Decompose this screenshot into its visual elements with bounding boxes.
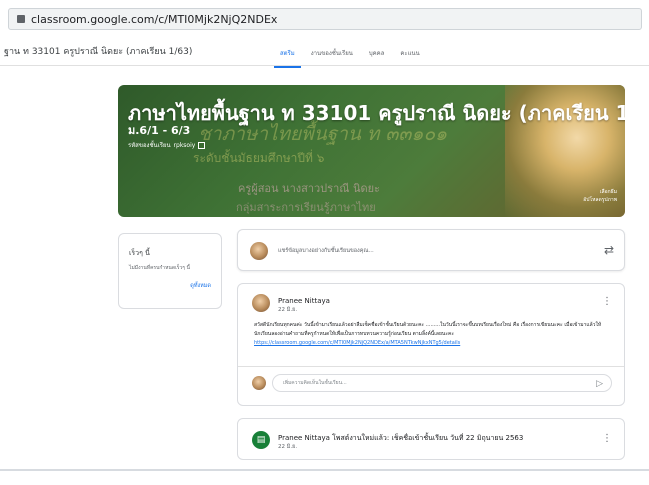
chalkboard-line-4: กลุ่มสาระการเรียนรู้ภาษาไทย (236, 201, 376, 214)
upcoming-text: ไม่มีงานที่ครบกำหนดเร็วๆ นี้ (129, 265, 190, 271)
fullscreen-icon[interactable] (198, 141, 206, 149)
classroom-window: classroom.google.com/c/MTI0Mjk2NjQ2NDEx … (0, 0, 649, 485)
assignment-text[interactable]: Pranee Nittaya โพสต์งานใหม่แล้ว: เช็คชื่… (278, 433, 523, 444)
repost-icon[interactable]: ⇄ (604, 243, 614, 257)
class-banner: ชาภาษาไทยพื้นฐาน ท ๓๓๑๐๑ ระดับชั้นมัธยมศ… (118, 85, 625, 217)
stream-post: Pranee Nittaya 22 มิ.ย. ⋮ สวัสดีนักเรียน… (237, 283, 625, 406)
divider (0, 469, 649, 471)
avatar (250, 242, 268, 260)
tab-classwork[interactable]: งานของชั้นเรียน (311, 48, 353, 64)
classroom-header: ฐาน ท 33101 ครูปราณี นิดยะ (ภาคเรียน 1/6… (0, 32, 649, 68)
class-tabs: สตรีม งานของชั้นเรียน บุคคล คะแนน (274, 48, 420, 68)
upcoming-card: เร็วๆ นี้ ไม่มีงานที่ครบกำหนดเร็วๆ นี้ ด… (118, 233, 222, 309)
class-code-row: รหัสของชั้นเรียน rpksoiy (128, 140, 206, 150)
class-title: ภาษาไทยพื้นฐาน ท 33101 ครูปราณี นิดยะ (ภ… (128, 101, 625, 125)
post-link[interactable]: https://classroom.google.com/c/MTI0Mjk2N… (254, 340, 460, 346)
send-icon[interactable]: ▷ (596, 375, 603, 393)
more-options-icon[interactable]: ⋮ (602, 433, 612, 444)
share-box[interactable]: แชร์ข้อมูลบางอย่างกับชั้นเรียนของคุณ... … (237, 229, 625, 271)
class-name: ฐาน ท 33101 ครูปราณี นิดยะ (ภาคเรียน 1/6… (4, 47, 193, 57)
post-date: 22 มิ.ย. (278, 307, 298, 313)
assignment-icon: ▤ (252, 431, 270, 449)
tab-grades[interactable]: คะแนน (400, 48, 419, 64)
divider (238, 366, 624, 367)
address-bar[interactable]: classroom.google.com/c/MTI0Mjk2NjQ2NDEx (8, 8, 642, 30)
url-text[interactable]: classroom.google.com/c/MTI0Mjk2NjQ2NDEx (31, 13, 277, 26)
page-icon (17, 15, 25, 23)
assignment-date: 22 มิ.ย. (278, 444, 298, 450)
view-all-link[interactable]: ดูทั้งหมด (190, 282, 211, 290)
chalkboard-line-2: ระดับชั้นมัธยมศึกษาปีที่ ๖ (193, 151, 325, 165)
class-section: ม.6/1 - 6/3 (128, 124, 191, 137)
share-placeholder[interactable]: แชร์ข้อมูลบางอย่างกับชั้นเรียนของคุณ... (278, 247, 374, 255)
comment-placeholder: เพิ่มความคิดเห็นในชั้นเรียน... (283, 380, 347, 386)
post-text: สวัสดีนักเรียนทุกคนค่ะ วันนี้เข้ามาเรียน… (254, 322, 602, 337)
class-code: rpksoiy (173, 141, 196, 149)
avatar (252, 294, 270, 312)
assignment-post[interactable]: ▤ Pranee Nittaya โพสต์งานใหม่แล้ว: เช็คช… (237, 418, 625, 460)
upload-photo-link[interactable]: อัปโหลดรูปภาพ (583, 196, 617, 204)
upcoming-heading: เร็วๆ นี้ (129, 249, 150, 257)
post-body: สวัสดีนักเรียนทุกคนค่ะ วันนี้เข้ามาเรียน… (254, 321, 614, 348)
commenter-avatar (252, 376, 266, 390)
more-options-icon[interactable]: ⋮ (602, 297, 612, 307)
comment-input[interactable]: เพิ่มความคิดเห็นในชั้นเรียน... ▷ (272, 374, 612, 392)
chalkboard-line-3: ครูผู้สอน นางสาวปราณี นิดยะ (238, 182, 380, 195)
tab-people[interactable]: บุคคล (369, 48, 385, 64)
select-theme-link[interactable]: เลือกธีม (600, 188, 617, 196)
post-author: Pranee Nittaya (278, 297, 330, 305)
tab-stream[interactable]: สตรีม (274, 48, 301, 68)
class-code-label: รหัสของชั้นเรียน (128, 142, 171, 149)
